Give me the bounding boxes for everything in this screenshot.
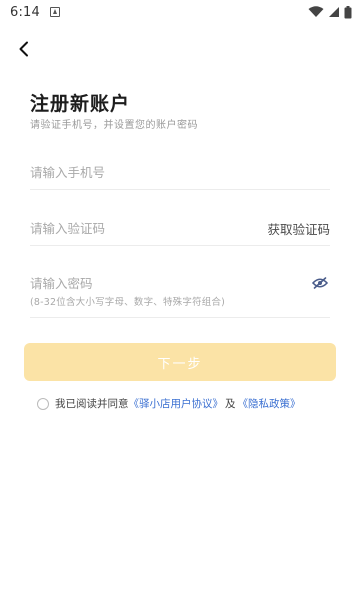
- next-step-button[interactable]: 下一步: [24, 343, 336, 381]
- status-icons: [308, 5, 352, 19]
- status-time: 6:14: [10, 4, 40, 20]
- status-bar: 6:14: [0, 0, 360, 24]
- phone-field-row: [30, 155, 330, 189]
- agree-checkbox[interactable]: [37, 397, 49, 410]
- phone-input[interactable]: [30, 164, 250, 180]
- chevron-left-icon: [19, 41, 28, 57]
- battery-icon: [344, 5, 352, 18]
- agreement-row: 我已阅读并同意 《驿小店用户协议》 及 《隐私政策》: [37, 396, 301, 411]
- get-code-button[interactable]: 获取验证码: [267, 219, 330, 238]
- privacy-policy-link[interactable]: 《隐私政策》: [238, 396, 301, 411]
- app-notification-icon: [50, 7, 60, 17]
- password-hint: (8-32位含大小写字母、数字、特殊字符组合): [30, 297, 226, 308]
- wifi-icon: [308, 6, 324, 17]
- password-visibility-toggle[interactable]: [310, 275, 330, 291]
- code-field-row: 获取验证码: [30, 211, 330, 245]
- password-input[interactable]: [30, 275, 250, 291]
- cell-signal-icon: [329, 7, 339, 17]
- verification-code-input[interactable]: [30, 220, 250, 236]
- eye-icon: [312, 277, 328, 289]
- page-title: 注册新账户: [30, 93, 131, 115]
- verification-code-field: 获取验证码: [30, 211, 330, 246]
- phone-field: [30, 155, 330, 190]
- agreement-prefix: 我已阅读并同意: [55, 398, 129, 410]
- page-subtitle: 请验证手机号，并设置您的账户密码: [30, 120, 198, 131]
- user-agreement-link[interactable]: 《驿小店用户协议》: [129, 396, 224, 411]
- password-field: (8-32位含大小写字母、数字、特殊字符组合): [30, 266, 330, 318]
- back-button[interactable]: [10, 35, 38, 63]
- agreement-conjunction: 及: [225, 398, 236, 410]
